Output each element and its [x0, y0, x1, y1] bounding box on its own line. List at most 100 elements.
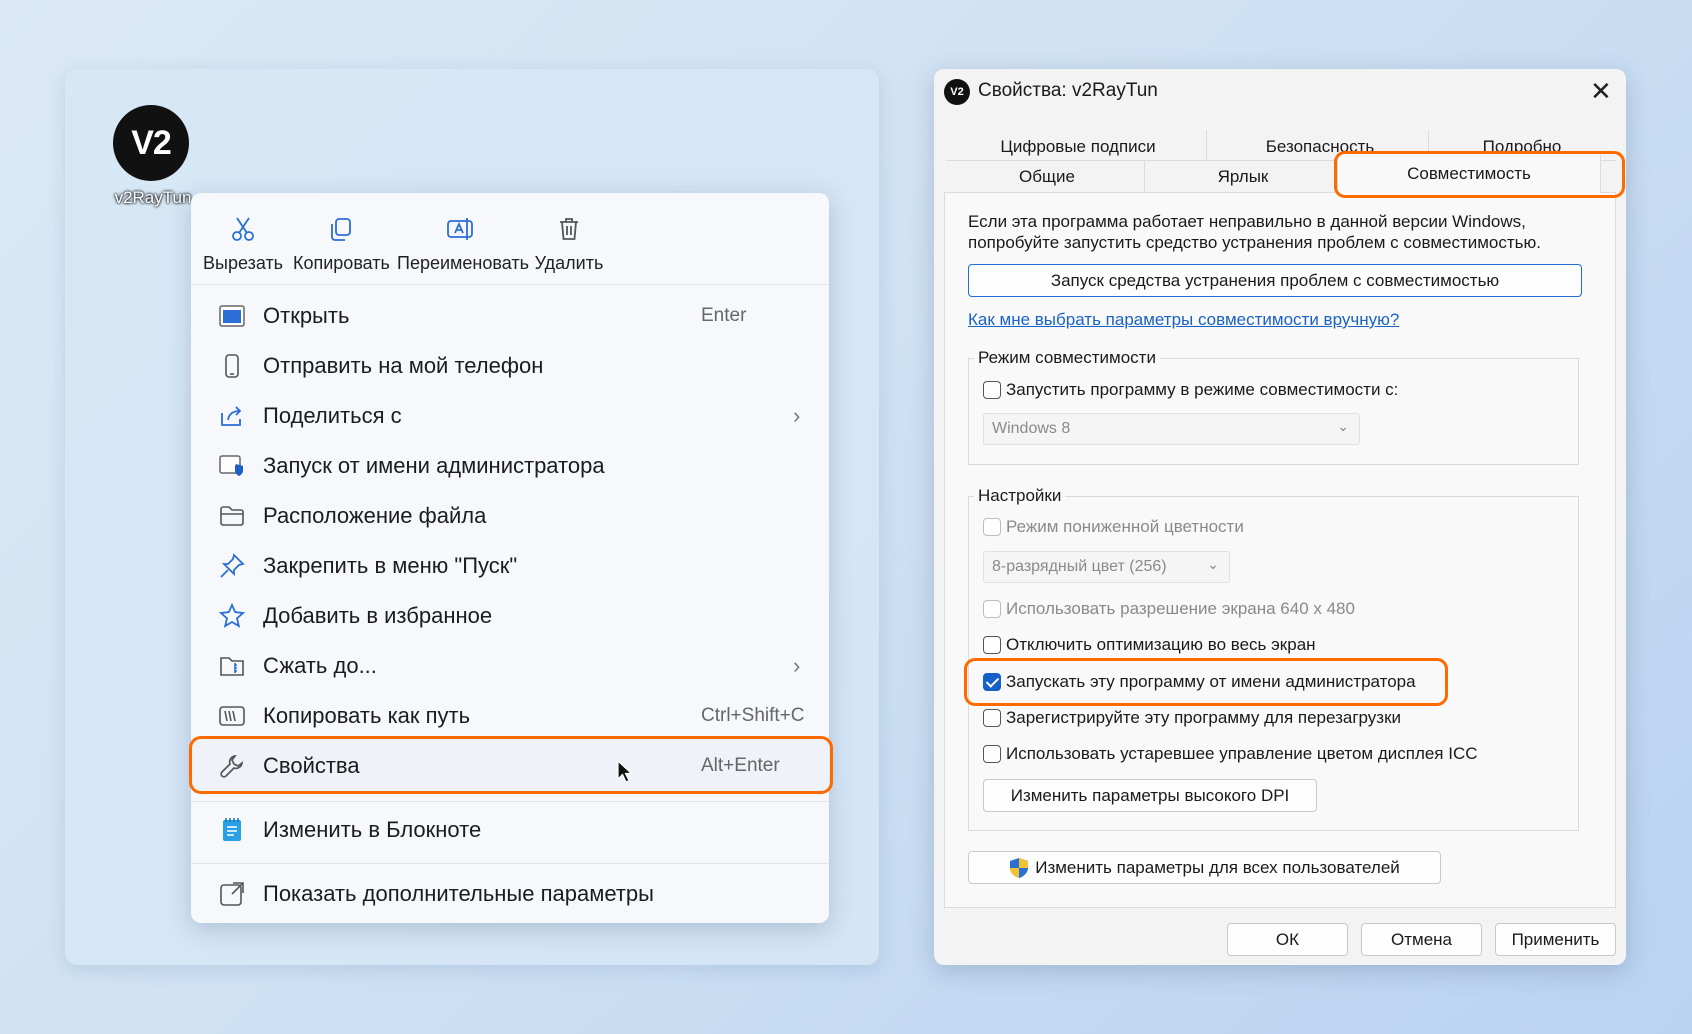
- menu-item-label: Расположение файла: [263, 503, 487, 528]
- path-icon: [217, 701, 247, 731]
- menu-item-add-favorite[interactable]: Добавить в избранное: [201, 593, 819, 639]
- register-restart-checkbox[interactable]: [983, 709, 1001, 727]
- chevron-right-icon: ›: [793, 403, 801, 428]
- cut-label: Вырезать: [203, 253, 284, 273]
- close-icon[interactable]: ✕: [1590, 76, 1612, 107]
- menu-item-share[interactable]: Поделиться с ›: [201, 393, 819, 439]
- menu-item-show-more-options[interactable]: Показать дополнительные параметры: [201, 871, 819, 917]
- mouse-cursor-icon: [617, 759, 634, 789]
- copy-icon: [293, 211, 389, 247]
- menu-item-properties[interactable]: Свойства Alt+Enter: [201, 743, 819, 789]
- menu-item-label: Закрепить в меню "Пуск": [263, 553, 518, 578]
- reduced-color-label: Режим пониженной цветности: [1006, 517, 1244, 536]
- tab-divider: [1144, 160, 1145, 192]
- res-640-label: Использовать разрешение экрана 640 x 480: [1006, 599, 1355, 618]
- run-as-admin-checkbox[interactable]: [983, 673, 1001, 691]
- intro-text-line2: попробуйте запустить средство устранения…: [968, 233, 1542, 252]
- menu-item-label: Сжать до...: [263, 653, 377, 678]
- rename-icon: [397, 211, 523, 247]
- wrench-icon: [217, 751, 247, 781]
- menu-item-label: Запуск от имени администратора: [263, 453, 605, 478]
- menu-separator: [191, 284, 829, 285]
- menu-item-label: Показать дополнительные параметры: [263, 881, 654, 906]
- app-icon-text: V2: [131, 123, 172, 162]
- legacy-icc-label: Использовать устаревшее управление цвето…: [1006, 744, 1478, 763]
- menu-item-send-to-phone[interactable]: Отправить на мой телефон: [201, 343, 819, 389]
- scissors-icon: [203, 211, 283, 247]
- compat-os-select[interactable]: Windows 8 ⌄: [983, 413, 1360, 445]
- high-dpi-button[interactable]: Изменить параметры высокого DPI: [983, 779, 1317, 812]
- delete-label: Удалить: [534, 253, 604, 273]
- menu-item-label: Свойства: [263, 753, 360, 778]
- menu-separator: [191, 863, 829, 864]
- compat-mode-group-label: Режим совместимости: [974, 348, 1160, 368]
- menu-item-open[interactable]: Открыть Enter: [201, 293, 819, 339]
- intro-text-line1: Если эта программа работает неправильно …: [968, 212, 1526, 231]
- help-link-text: Как мне выбрать параметры совместимости …: [968, 310, 1400, 329]
- ok-button[interactable]: ОК: [1227, 923, 1348, 956]
- compat-os-value: Windows 8: [992, 420, 1071, 437]
- app-icon[interactable]: V2: [113, 105, 189, 181]
- notepad-icon: [217, 815, 247, 845]
- res-640-checkbox[interactable]: [983, 600, 1001, 618]
- trash-icon: [529, 211, 609, 247]
- compat-mode-checkbox[interactable]: [983, 381, 1001, 399]
- menu-item-shortcut: Enter: [701, 305, 747, 326]
- menu-separator: [191, 801, 829, 802]
- menu-item-pin-to-start[interactable]: Закрепить в меню "Пуск": [201, 543, 819, 589]
- uac-shield-icon: [1009, 857, 1029, 879]
- compat-mode-group: [968, 358, 1579, 465]
- all-users-label: Изменить параметры для всех пользователе…: [1035, 857, 1400, 877]
- app-title-icon: V2: [944, 79, 970, 105]
- rename-label: Переименовать: [397, 253, 529, 273]
- delete-button[interactable]: Удалить: [529, 211, 609, 274]
- chevron-right-icon: ›: [793, 653, 801, 678]
- compatibility-tab-highlight: [1334, 151, 1625, 198]
- tab-digital-signatures[interactable]: Цифровые подписи: [950, 137, 1206, 157]
- shield-icon: [217, 451, 247, 481]
- rename-button[interactable]: Переименовать: [397, 211, 529, 274]
- disable-fullscreen-label: Отключить оптимизацию во весь экран: [1006, 635, 1316, 654]
- apply-button[interactable]: Применить: [1495, 923, 1616, 956]
- cut-button[interactable]: Вырезать: [203, 211, 283, 274]
- window-icon: [217, 301, 247, 331]
- menu-item-file-location[interactable]: Расположение файла: [201, 493, 819, 539]
- all-users-button[interactable]: Изменить параметры для всех пользователе…: [968, 851, 1441, 884]
- menu-item-label: Поделиться с: [263, 403, 402, 428]
- star-icon: [217, 601, 247, 631]
- menu-item-shortcut: Ctrl+Shift+C: [701, 705, 805, 726]
- menu-item-run-as-admin[interactable]: Запуск от имени администратора: [201, 443, 819, 489]
- pin-icon: [217, 551, 247, 581]
- chevron-down-icon: ⌄: [1337, 418, 1349, 434]
- settings-group-label: Настройки: [974, 486, 1066, 506]
- cancel-button[interactable]: Отмена: [1361, 923, 1482, 956]
- tab-shortcut[interactable]: Ярлык: [1148, 167, 1338, 187]
- menu-item-shortcut: Alt+Enter: [701, 755, 780, 776]
- tab-general[interactable]: Общие: [950, 167, 1144, 187]
- run-as-admin-label: Запускать эту программу от имени админис…: [1006, 672, 1416, 691]
- menu-item-copy-as-path[interactable]: Копировать как путь Ctrl+Shift+C: [201, 693, 819, 739]
- menu-item-label: Отправить на мой телефон: [263, 353, 544, 378]
- menu-item-label: Добавить в избранное: [263, 603, 493, 628]
- legacy-icc-checkbox[interactable]: [983, 745, 1001, 763]
- help-link[interactable]: Как мне выбрать параметры совместимости …: [968, 310, 1399, 330]
- reduced-color-checkbox[interactable]: [983, 518, 1001, 536]
- menu-item-compress[interactable]: Сжать до... ›: [201, 643, 819, 689]
- compat-mode-label: Запустить программу в режиме совместимос…: [1006, 380, 1399, 399]
- color-depth-value: 8-разрядный цвет (256): [992, 558, 1167, 575]
- menu-item-edit-notepad[interactable]: Изменить в Блокноте: [201, 807, 819, 853]
- folder-icon: [217, 501, 247, 531]
- disable-fullscreen-checkbox[interactable]: [983, 636, 1001, 654]
- more-options-icon: [217, 879, 247, 909]
- menu-item-label: Изменить в Блокноте: [263, 817, 482, 842]
- share-icon: [217, 401, 247, 431]
- copy-button[interactable]: Копировать: [293, 211, 390, 274]
- chevron-down-icon: ⌄: [1207, 556, 1219, 572]
- archive-icon: [217, 651, 247, 681]
- dialog-title: Свойства: v2RayTun: [978, 80, 1158, 101]
- color-depth-select[interactable]: 8-разрядный цвет (256) ⌄: [983, 551, 1230, 583]
- menu-item-label: Открыть: [263, 303, 350, 328]
- title-icon-text: V2: [950, 86, 964, 98]
- troubleshooter-button[interactable]: Запуск средства устранения проблем с сов…: [968, 264, 1582, 297]
- copy-label: Копировать: [293, 253, 390, 273]
